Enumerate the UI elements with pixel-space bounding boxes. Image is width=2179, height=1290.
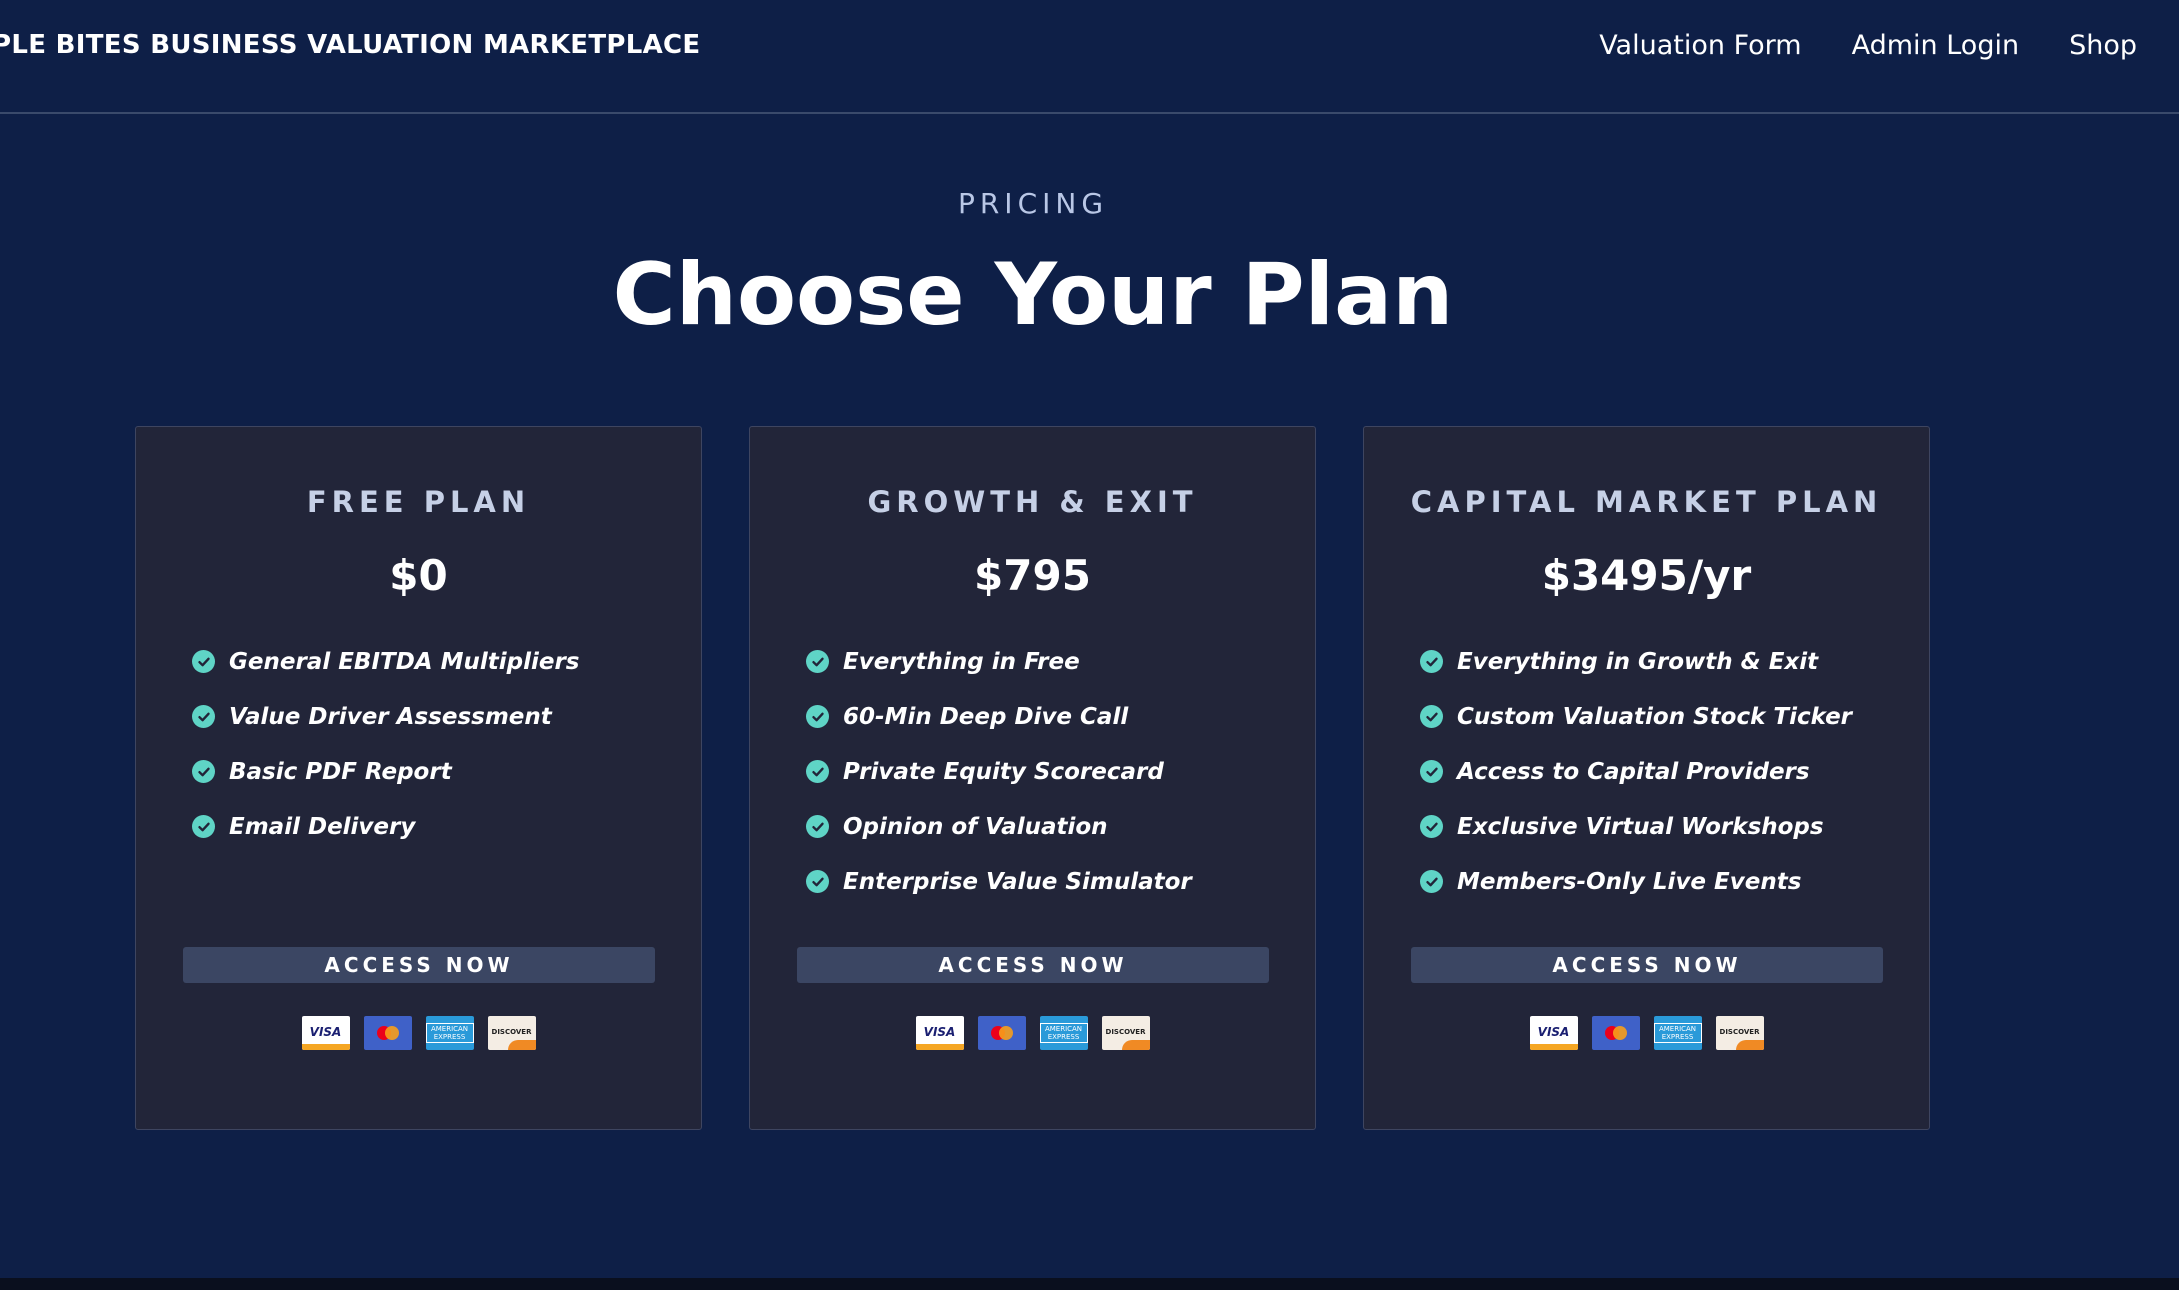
check-circle-icon bbox=[1420, 760, 1443, 783]
main-nav: Valuation Form Admin Login Shop bbox=[1599, 30, 2137, 61]
visa-card-icon: VISA bbox=[301, 1016, 350, 1050]
discover-text: DISCOVER bbox=[1105, 1028, 1146, 1036]
visa-card-icon: VISA bbox=[915, 1016, 964, 1050]
nav-link-shop[interactable]: Shop bbox=[2069, 30, 2137, 61]
nav-link-admin-login[interactable]: Admin Login bbox=[1852, 30, 2019, 61]
plan-price: $3495/yr bbox=[1541, 551, 1752, 600]
payment-methods: VISA AMERICAN EXPRESS DISCOVER bbox=[136, 1016, 701, 1050]
amex-card-icon: AMERICAN EXPRESS bbox=[425, 1016, 474, 1050]
discover-text: DISCOVER bbox=[491, 1028, 532, 1036]
check-circle-icon bbox=[1420, 815, 1443, 838]
check-circle-icon bbox=[192, 760, 215, 783]
access-now-button[interactable]: ACCESS NOW bbox=[797, 947, 1269, 983]
feature-item: Opinion of Valuation bbox=[806, 799, 1192, 854]
mastercard-icon bbox=[363, 1016, 412, 1050]
feature-text: Opinion of Valuation bbox=[843, 813, 1108, 840]
page-title: Choose Your Plan bbox=[612, 245, 1454, 345]
check-circle-icon bbox=[192, 705, 215, 728]
access-now-button[interactable]: ACCESS NOW bbox=[1411, 947, 1883, 983]
plan-price: $0 bbox=[389, 551, 448, 600]
feature-text: Access to Capital Providers bbox=[1457, 758, 1810, 785]
plan-name: FREE PLAN bbox=[306, 485, 531, 519]
visa-card-icon: VISA bbox=[1529, 1016, 1578, 1050]
feature-list: Everything in Free 60-Min Deep Dive Call… bbox=[806, 634, 1192, 909]
feature-text: Members-Only Live Events bbox=[1457, 868, 1802, 895]
feature-item: Custom Valuation Stock Ticker bbox=[1420, 689, 1852, 744]
feature-text: Exclusive Virtual Workshops bbox=[1457, 813, 1824, 840]
feature-text: Private Equity Scorecard bbox=[843, 758, 1164, 785]
feature-text: Basic PDF Report bbox=[229, 758, 452, 785]
visa-text: VISA bbox=[1537, 1024, 1570, 1039]
plan-card-capital-market-plan: CAPITAL MARKET PLAN $3495/yr Everything … bbox=[1363, 426, 1930, 1130]
discover-card-icon: DISCOVER bbox=[1715, 1016, 1764, 1050]
check-circle-icon bbox=[806, 815, 829, 838]
check-circle-icon bbox=[806, 760, 829, 783]
feature-list: General EBITDA Multipliers Value Driver … bbox=[192, 634, 579, 854]
check-circle-icon bbox=[806, 705, 829, 728]
feature-text: Custom Valuation Stock Ticker bbox=[1457, 703, 1853, 730]
visa-text: VISA bbox=[923, 1024, 956, 1039]
amex-card-icon: AMERICAN EXPRESS bbox=[1653, 1016, 1702, 1050]
discover-card-icon: DISCOVER bbox=[1101, 1016, 1150, 1050]
discover-card-icon: DISCOVER bbox=[487, 1016, 536, 1050]
feature-item: Basic PDF Report bbox=[192, 744, 579, 799]
check-circle-icon bbox=[1420, 870, 1443, 893]
feature-item: Enterprise Value Simulator bbox=[806, 854, 1192, 909]
feature-text: General EBITDA Multipliers bbox=[229, 648, 580, 675]
feature-item: Email Delivery bbox=[192, 799, 579, 854]
mastercard-icon bbox=[1591, 1016, 1640, 1050]
feature-text: 60-Min Deep Dive Call bbox=[843, 703, 1129, 730]
visa-text: VISA bbox=[309, 1024, 342, 1039]
feature-list: Everything in Growth & Exit Custom Valua… bbox=[1420, 634, 1852, 909]
discover-text: DISCOVER bbox=[1719, 1028, 1760, 1036]
plan-card-free-plan: FREE PLAN $0 General EBITDA Multipliers … bbox=[135, 426, 702, 1130]
mastercard-icon bbox=[977, 1016, 1026, 1050]
check-circle-icon bbox=[192, 650, 215, 673]
feature-item: Exclusive Virtual Workshops bbox=[1420, 799, 1852, 854]
check-circle-icon bbox=[806, 650, 829, 673]
check-circle-icon bbox=[1420, 705, 1443, 728]
feature-text: Everything in Growth & Exit bbox=[1457, 648, 1819, 675]
feature-item: Everything in Free bbox=[806, 634, 1192, 689]
brand-title[interactable]: PLE BITES BUSINESS VALUATION MARKETPLACE bbox=[0, 30, 701, 60]
check-circle-icon bbox=[806, 870, 829, 893]
feature-text: Enterprise Value Simulator bbox=[843, 868, 1192, 895]
feature-item: General EBITDA Multipliers bbox=[192, 634, 579, 689]
feature-item: Access to Capital Providers bbox=[1420, 744, 1852, 799]
feature-item: Private Equity Scorecard bbox=[806, 744, 1192, 799]
check-circle-icon bbox=[192, 815, 215, 838]
feature-item: Value Driver Assessment bbox=[192, 689, 579, 744]
site-header: PLE BITES BUSINESS VALUATION MARKETPLACE… bbox=[0, 0, 2179, 114]
plan-price: $795 bbox=[974, 551, 1091, 600]
payment-methods: VISA AMERICAN EXPRESS DISCOVER bbox=[750, 1016, 1315, 1050]
nav-link-valuation-form[interactable]: Valuation Form bbox=[1599, 30, 1801, 61]
page: PLE BITES BUSINESS VALUATION MARKETPLACE… bbox=[0, 0, 2179, 1290]
feature-item: Members-Only Live Events bbox=[1420, 854, 1852, 909]
amex-card-icon: AMERICAN EXPRESS bbox=[1039, 1016, 1088, 1050]
access-now-button[interactable]: ACCESS NOW bbox=[183, 947, 655, 983]
pricing-cards: FREE PLAN $0 General EBITDA Multipliers … bbox=[135, 426, 1930, 1130]
amex-text: AMERICAN EXPRESS bbox=[1039, 1023, 1088, 1043]
plan-card-growth-exit: GROWTH & EXIT $795 Everything in Free 60… bbox=[749, 426, 1316, 1130]
plan-name: GROWTH & EXIT bbox=[867, 485, 1198, 519]
amex-text: AMERICAN EXPRESS bbox=[1653, 1023, 1702, 1043]
amex-text: AMERICAN EXPRESS bbox=[425, 1023, 474, 1043]
check-circle-icon bbox=[1420, 650, 1443, 673]
feature-text: Value Driver Assessment bbox=[229, 703, 552, 730]
feature-text: Email Delivery bbox=[229, 813, 416, 840]
feature-item: 60-Min Deep Dive Call bbox=[806, 689, 1192, 744]
section-eyebrow: PRICING bbox=[957, 187, 1109, 220]
plan-name: CAPITAL MARKET PLAN bbox=[1410, 485, 1883, 519]
feature-text: Everything in Free bbox=[843, 648, 1080, 675]
footer-strip bbox=[0, 1278, 2179, 1290]
payment-methods: VISA AMERICAN EXPRESS DISCOVER bbox=[1364, 1016, 1929, 1050]
feature-item: Everything in Growth & Exit bbox=[1420, 634, 1852, 689]
